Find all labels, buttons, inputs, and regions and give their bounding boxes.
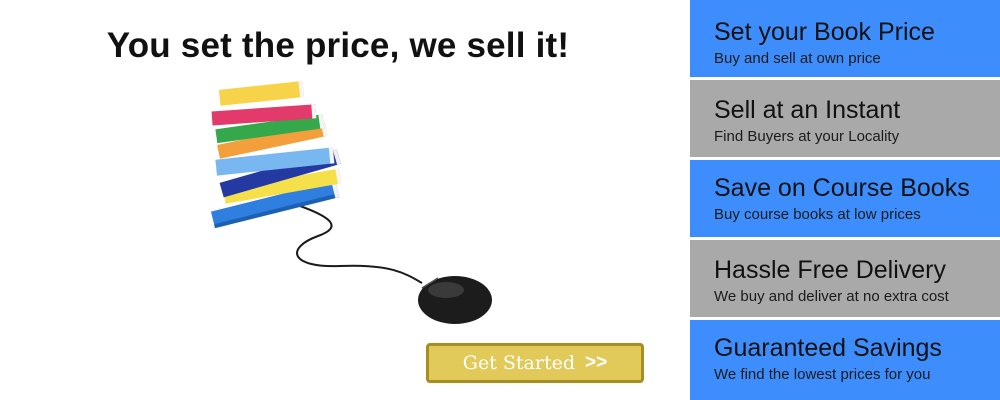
- mouse-cable-icon: [281, 199, 423, 284]
- feature-sell-at-instant[interactable]: Sell at an Instant Find Buyers at your L…: [690, 80, 1000, 160]
- hero-panel: You set the price, we sell it! Get Start…: [0, 0, 690, 400]
- feature-subtitle: Buy and sell at own price: [714, 50, 881, 67]
- feature-title: Save on Course Books: [714, 174, 970, 202]
- feature-title: Guaranteed Savings: [714, 334, 942, 362]
- feature-subtitle: We find the lowest prices for you: [714, 366, 931, 383]
- feature-title: Set your Book Price: [714, 18, 935, 46]
- feature-title: Sell at an Instant: [714, 96, 901, 124]
- computer-mouse-icon: [418, 276, 492, 324]
- feature-subtitle: Find Buyers at your Locality: [714, 128, 900, 145]
- get-started-label: Get Started: [462, 352, 575, 374]
- double-chevron-right-icon: >>: [585, 352, 608, 373]
- feature-hassle-free-delivery[interactable]: Hassle Free Delivery We buy and deliver …: [690, 240, 1000, 320]
- feature-save-course-books[interactable]: Save on Course Books Buy course books at…: [690, 160, 1000, 240]
- feature-subtitle: Buy course books at low prices: [714, 206, 921, 223]
- feature-guaranteed-savings[interactable]: Guaranteed Savings We find the lowest pr…: [690, 320, 1000, 400]
- feature-subtitle: We buy and deliver at no extra cost: [714, 288, 949, 305]
- book-stack-icon: [210, 81, 342, 229]
- book-stack-mouse-illustration: [210, 81, 492, 324]
- get-started-button[interactable]: Get Started >>: [426, 343, 644, 383]
- feature-list: Set your Book Price Buy and sell at own …: [690, 0, 1000, 400]
- feature-title: Hassle Free Delivery: [714, 256, 947, 284]
- feature-set-book-price[interactable]: Set your Book Price Buy and sell at own …: [690, 0, 1000, 80]
- headline: You set the price, we sell it!: [106, 26, 570, 65]
